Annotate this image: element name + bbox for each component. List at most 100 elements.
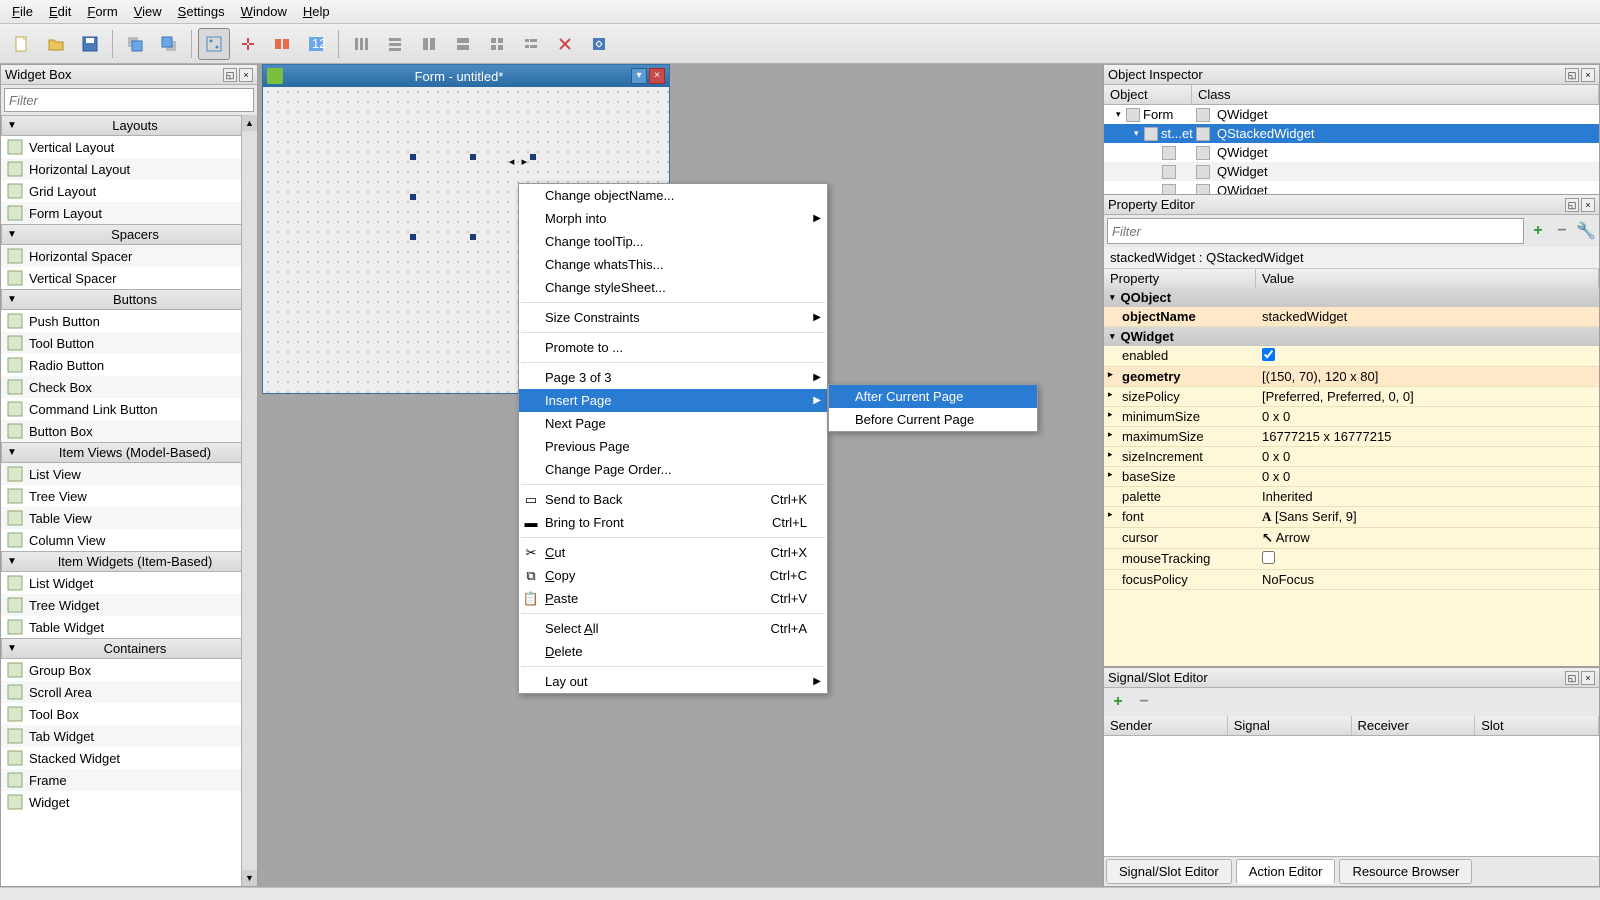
widget-item[interactable]: Horizontal Spacer	[1, 245, 257, 267]
expand-icon[interactable]: ▾	[1134, 128, 1144, 139]
menu-item[interactable]: Insert Page▶	[519, 389, 827, 412]
widget-category[interactable]: ▼Item Widgets (Item-Based)	[1, 551, 257, 572]
expand-icon[interactable]: ▸	[1108, 469, 1113, 480]
bottom-tab[interactable]: Resource Browser	[1339, 859, 1472, 884]
layout-v-splitter-button[interactable]	[447, 28, 479, 60]
widget-item[interactable]: List View	[1, 463, 257, 485]
widget-item[interactable]: Tab Widget	[1, 725, 257, 747]
property-value[interactable]: [(150, 70), 120 x 80]	[1256, 367, 1599, 386]
widget-item[interactable]: Group Box	[1, 659, 257, 681]
col-object[interactable]: Object	[1104, 85, 1192, 104]
menu-item[interactable]: After Current Page	[829, 385, 1037, 408]
menu-item[interactable]: Delete	[519, 640, 827, 663]
property-row[interactable]: ▸maximumSize16777215 x 16777215	[1104, 427, 1599, 447]
menu-window[interactable]: Window	[233, 2, 295, 21]
send-back-button[interactable]	[119, 28, 151, 60]
widget-item[interactable]: Vertical Layout	[1, 136, 257, 158]
resize-handle[interactable]	[410, 154, 416, 160]
widget-item[interactable]: Grid Layout	[1, 180, 257, 202]
resize-handle[interactable]	[530, 154, 536, 160]
resize-handle[interactable]	[470, 154, 476, 160]
menu-item[interactable]: Change whatsThis...	[519, 253, 827, 276]
menu-item[interactable]: Page 3 of 3▶	[519, 366, 827, 389]
widget-item[interactable]: Column View	[1, 529, 257, 551]
menu-item[interactable]: ⧉CopyCtrl+C	[519, 564, 827, 587]
scrollbar[interactable]: ▲▼	[241, 115, 257, 886]
widget-item[interactable]: Scroll Area	[1, 681, 257, 703]
property-row[interactable]: ▸sizeIncrement0 x 0	[1104, 447, 1599, 467]
design-area[interactable]: Form - untitled* ▾ × ◂ ▸ Change	[258, 64, 1102, 887]
property-row[interactable]: ▸minimumSize0 x 0	[1104, 407, 1599, 427]
widget-item[interactable]: Table Widget	[1, 616, 257, 638]
widget-item[interactable]: Table View	[1, 507, 257, 529]
add-connection-button[interactable]: +	[1108, 692, 1128, 712]
menu-item[interactable]: Lay out▶	[519, 670, 827, 693]
new-file-button[interactable]	[6, 28, 38, 60]
widget-item[interactable]: Command Link Button	[1, 398, 257, 420]
menu-item[interactable]: Select AllCtrl+A	[519, 617, 827, 640]
menu-form[interactable]: Form	[79, 2, 125, 21]
bottom-tab[interactable]: Action Editor	[1236, 859, 1336, 884]
property-value[interactable]: [Preferred, Preferred, 0, 0]	[1256, 387, 1599, 406]
add-dynamic-property-button[interactable]: +	[1528, 221, 1548, 241]
dock-close-button[interactable]: ×	[1581, 68, 1595, 82]
context-submenu[interactable]: After Current PageBefore Current Page	[828, 384, 1038, 432]
close-button[interactable]: ×	[649, 68, 665, 84]
dock-close-button[interactable]: ×	[1581, 198, 1595, 212]
property-value[interactable]: 0 x 0	[1256, 407, 1599, 426]
menu-item[interactable]: Morph into▶	[519, 207, 827, 230]
resize-handle[interactable]	[410, 234, 416, 240]
property-row[interactable]: mouseTracking	[1104, 549, 1599, 570]
menu-item[interactable]: Before Current Page	[829, 408, 1037, 431]
open-file-button[interactable]	[40, 28, 72, 60]
bottom-tab[interactable]: Signal/Slot Editor	[1106, 859, 1232, 884]
widget-item[interactable]: Frame	[1, 769, 257, 791]
menu-file[interactable]: File	[4, 2, 41, 21]
property-row[interactable]: ▸baseSize0 x 0	[1104, 467, 1599, 487]
property-filter-input[interactable]	[1107, 218, 1524, 244]
col-class[interactable]: Class	[1192, 85, 1599, 104]
property-value[interactable]: NoFocus	[1256, 570, 1599, 589]
dock-float-button[interactable]: ◱	[223, 68, 237, 82]
object-inspector-row[interactable]: ▾FormQWidget	[1104, 105, 1599, 124]
menu-item[interactable]: Next Page	[519, 412, 827, 435]
property-editor-body[interactable]: ▾QObjectobjectNamestackedWidget▾QWidgete…	[1104, 288, 1599, 666]
property-row[interactable]: enabled	[1104, 346, 1599, 367]
property-value[interactable]: 0 x 0	[1256, 467, 1599, 486]
property-value[interactable]: A [Sans Serif, 9]	[1256, 507, 1599, 527]
property-row[interactable]: ▸sizePolicy[Preferred, Preferred, 0, 0]	[1104, 387, 1599, 407]
resize-handle[interactable]	[410, 194, 416, 200]
property-row[interactable]: ▸fontA [Sans Serif, 9]	[1104, 507, 1599, 528]
dock-float-button[interactable]: ◱	[1565, 671, 1579, 685]
widget-item[interactable]: Tree Widget	[1, 594, 257, 616]
widget-category[interactable]: ▼Layouts	[1, 115, 257, 136]
widget-item[interactable]: Tree View	[1, 485, 257, 507]
property-checkbox[interactable]	[1262, 551, 1275, 564]
layout-vertical-button[interactable]	[379, 28, 411, 60]
edit-buddies-button[interactable]	[266, 28, 298, 60]
widget-item[interactable]: Tool Button	[1, 332, 257, 354]
dock-close-button[interactable]: ×	[1581, 671, 1595, 685]
menu-item[interactable]: ▭Send to BackCtrl+K	[519, 488, 827, 511]
layout-horizontal-button[interactable]	[345, 28, 377, 60]
bring-front-button[interactable]	[153, 28, 185, 60]
property-group[interactable]: ▾QWidget	[1104, 327, 1599, 346]
expand-icon[interactable]: ▸	[1108, 409, 1113, 420]
widget-category[interactable]: ▼Containers	[1, 638, 257, 659]
widget-item[interactable]: Check Box	[1, 376, 257, 398]
resize-handle[interactable]	[470, 234, 476, 240]
menu-item[interactable]: Size Constraints▶	[519, 306, 827, 329]
edit-signals-button[interactable]	[232, 28, 264, 60]
widget-category[interactable]: ▼Buttons	[1, 289, 257, 310]
layout-form-button[interactable]	[515, 28, 547, 60]
property-value[interactable]	[1256, 549, 1599, 569]
property-value[interactable]: ↖ Arrow	[1256, 528, 1599, 548]
dock-float-button[interactable]: ◱	[1565, 198, 1579, 212]
edit-widgets-button[interactable]	[198, 28, 230, 60]
property-value[interactable]: stackedWidget	[1256, 307, 1599, 326]
property-row[interactable]: paletteInherited	[1104, 487, 1599, 507]
col-property[interactable]: Property	[1104, 269, 1256, 288]
dock-close-button[interactable]: ×	[239, 68, 253, 82]
property-row[interactable]: objectNamestackedWidget	[1104, 307, 1599, 327]
widget-item[interactable]: Radio Button	[1, 354, 257, 376]
